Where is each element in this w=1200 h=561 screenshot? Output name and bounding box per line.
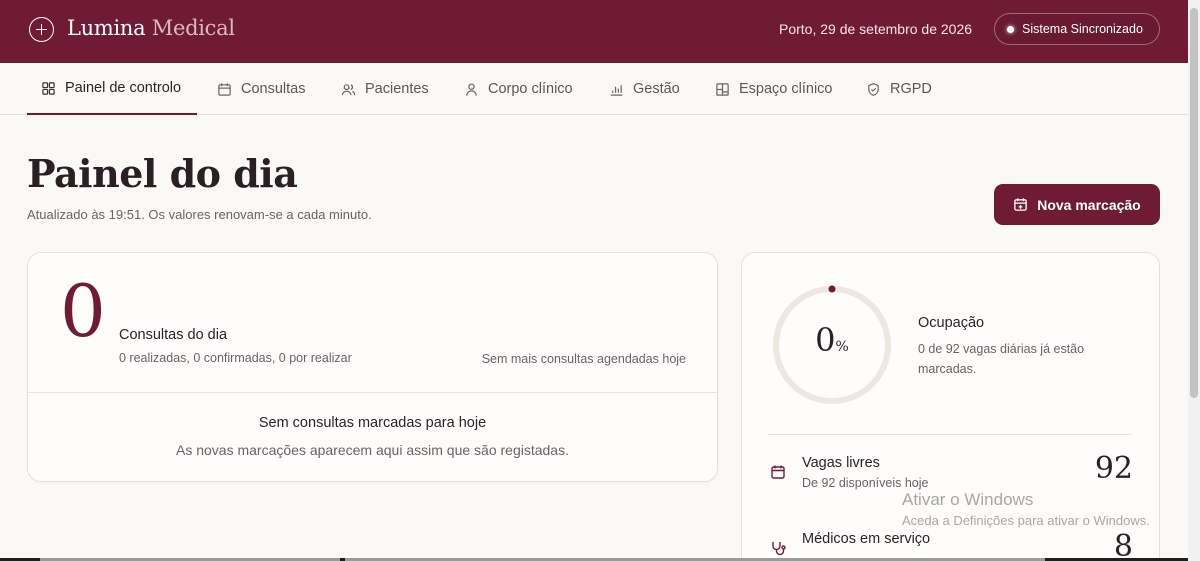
doctors-on-duty-value: 8 — [1113, 529, 1133, 561]
consultations-card: 0 Consultas do dia 0 realizadas, 0 confi… — [27, 252, 718, 482]
tab-label: Gestão — [633, 81, 680, 97]
tab-consultas[interactable]: Consultas — [217, 63, 305, 115]
activation-watermark-title: Ativar o Windows — [902, 490, 1034, 509]
consultations-title: Consultas do dia — [119, 327, 228, 343]
current-date: Porto, 29 de setembro de 2026 — [779, 21, 973, 37]
page-title: Painel do dia — [27, 151, 298, 196]
occupancy-unit: % — [835, 339, 849, 355]
status-dot-icon — [1007, 26, 1014, 33]
consultations-note: Sem mais consultas agendadas hoje — [481, 352, 686, 366]
free-slots-subtitle: De 92 disponíveis hoje — [802, 476, 929, 490]
brand-primary: Lumina — [67, 16, 146, 40]
tab-label: RGPD — [890, 81, 932, 97]
new-appointment-button[interactable]: Nova marcação — [994, 184, 1160, 225]
users-icon — [341, 83, 356, 95]
vertical-scrollbar[interactable] — [1188, 0, 1200, 561]
tab-label: Espaço clínico — [739, 81, 833, 97]
occupancy-value: 0% — [772, 321, 892, 359]
tab-label: Painel de controlo — [65, 80, 182, 96]
user-icon — [466, 82, 477, 96]
tab-pacientes[interactable]: Pacientes — [341, 63, 429, 115]
main-nav: Painel de controlo Consultas Pacientes C… — [0, 63, 1188, 115]
activation-watermark-subtitle: Aceda a Definições para ativar o Windows… — [902, 513, 1150, 528]
page-subtitle: Atualizado às 19:51. Os valores renovam-… — [27, 207, 372, 222]
empty-state-title: Sem consultas marcadas para hoje — [258, 415, 487, 431]
calendar-icon — [218, 82, 231, 96]
tab-corpo-clinico[interactable]: Corpo clínico — [464, 63, 573, 115]
dashboard-icon — [42, 81, 55, 95]
empty-state-subtitle: As novas marcações aparecem aqui assim q… — [176, 442, 569, 458]
consultations-detail: 0 realizadas, 0 confirmadas, 0 por reali… — [119, 351, 352, 365]
gauge-marker — [828, 285, 836, 293]
tab-espaco-clinico[interactable]: Espaço clínico — [715, 63, 833, 115]
free-slots-title: Vagas livres — [802, 455, 880, 471]
scrollbar-thumb[interactable] — [1190, 8, 1198, 398]
grid-icon — [716, 82, 729, 96]
occupancy-number: 0 — [815, 321, 836, 359]
brand-logo[interactable]: Lumina Medical — [67, 16, 235, 40]
tab-painel-de-controlo[interactable]: Painel de controlo — [27, 63, 197, 115]
occupancy-title: Ocupação — [918, 315, 985, 331]
occupancy-description: 0 de 92 vagas diárias já estão marcadas. — [918, 342, 1085, 376]
card-divider — [768, 434, 1132, 435]
tab-gestao[interactable]: Gestão — [609, 63, 680, 115]
shield-icon — [868, 82, 879, 96]
tab-label: Consultas — [241, 81, 306, 97]
calendar-plus-icon — [1014, 198, 1028, 211]
brand-secondary: Medical — [151, 16, 235, 40]
plus-circle-icon — [29, 17, 54, 42]
tab-label: Pacientes — [365, 81, 429, 97]
card-divider — [28, 392, 717, 393]
stethoscope-icon — [772, 542, 786, 556]
tab-label: Corpo clínico — [488, 81, 573, 97]
sync-status-label: Sistema Sincronizado — [1022, 22, 1143, 36]
new-appointment-label: Nova marcação — [1037, 196, 1141, 213]
consultations-count: 0 — [60, 269, 106, 353]
bar-chart-icon — [610, 84, 623, 96]
top-bar: Lumina Medical Porto, 29 de setembro de … — [0, 0, 1188, 63]
doctors-on-duty-title: Médicos em serviço — [802, 531, 931, 547]
tab-rgpd[interactable]: RGPD — [866, 63, 932, 115]
free-slots-value: 92 — [1094, 451, 1133, 486]
calendar-icon — [771, 465, 785, 479]
sync-status-badge: Sistema Sincronizado — [994, 13, 1160, 45]
